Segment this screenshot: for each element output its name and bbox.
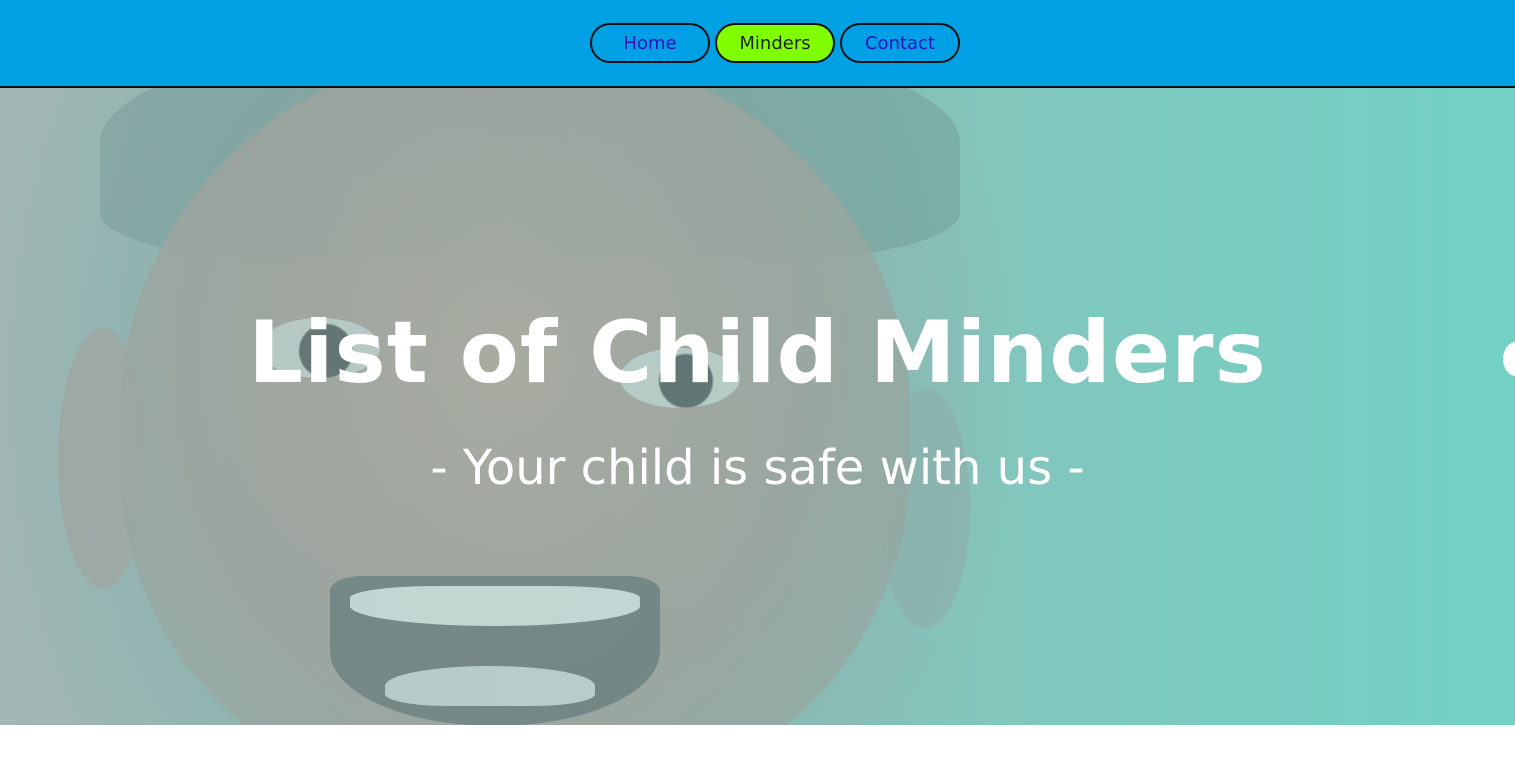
main-nav: Home Minders Contact (590, 23, 960, 63)
top-navigation-bar: Home Minders Contact (0, 0, 1515, 88)
hero-subtitle: - Your child is safe with us - (430, 440, 1085, 496)
nav-minders-button[interactable]: Minders (715, 23, 835, 63)
hero-tint-overlay (0, 88, 1515, 725)
nav-contact-button[interactable]: Contact (840, 23, 960, 63)
nav-home-button[interactable]: Home (590, 23, 710, 63)
hero-banner: List of Child Minders - Your child is sa… (0, 88, 1515, 725)
hero-title: List of Child Minders (248, 303, 1267, 403)
